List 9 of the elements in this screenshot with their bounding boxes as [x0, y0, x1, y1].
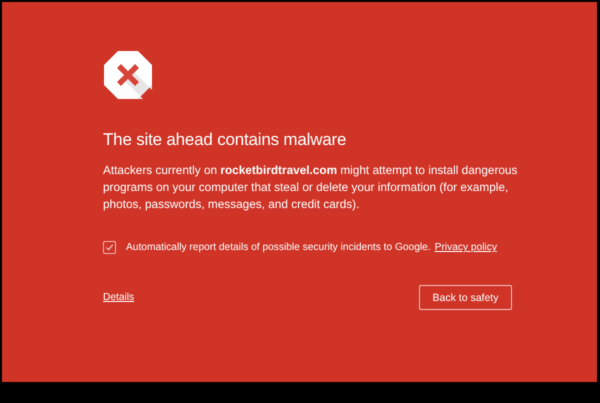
privacy-policy-link[interactable]: Privacy policy	[434, 242, 497, 253]
report-checkbox[interactable]	[103, 241, 116, 254]
error-icon	[103, 50, 153, 100]
warning-title: The site ahead contains malware	[103, 130, 348, 150]
warning-message: Attackers currently on rocketbirdtravel.com might attempt to install dangerous programs on your computer that steal or delete your information (for example, photos, passwords, messages, and credit cards).	[103, 162, 518, 213]
report-label: Automatically report details of possible security incidents to Google.	[126, 242, 431, 253]
back-to-safety-button[interactable]: Back to safety	[419, 285, 512, 310]
details-link[interactable]: Details	[103, 292, 134, 303]
check-icon	[105, 243, 114, 252]
